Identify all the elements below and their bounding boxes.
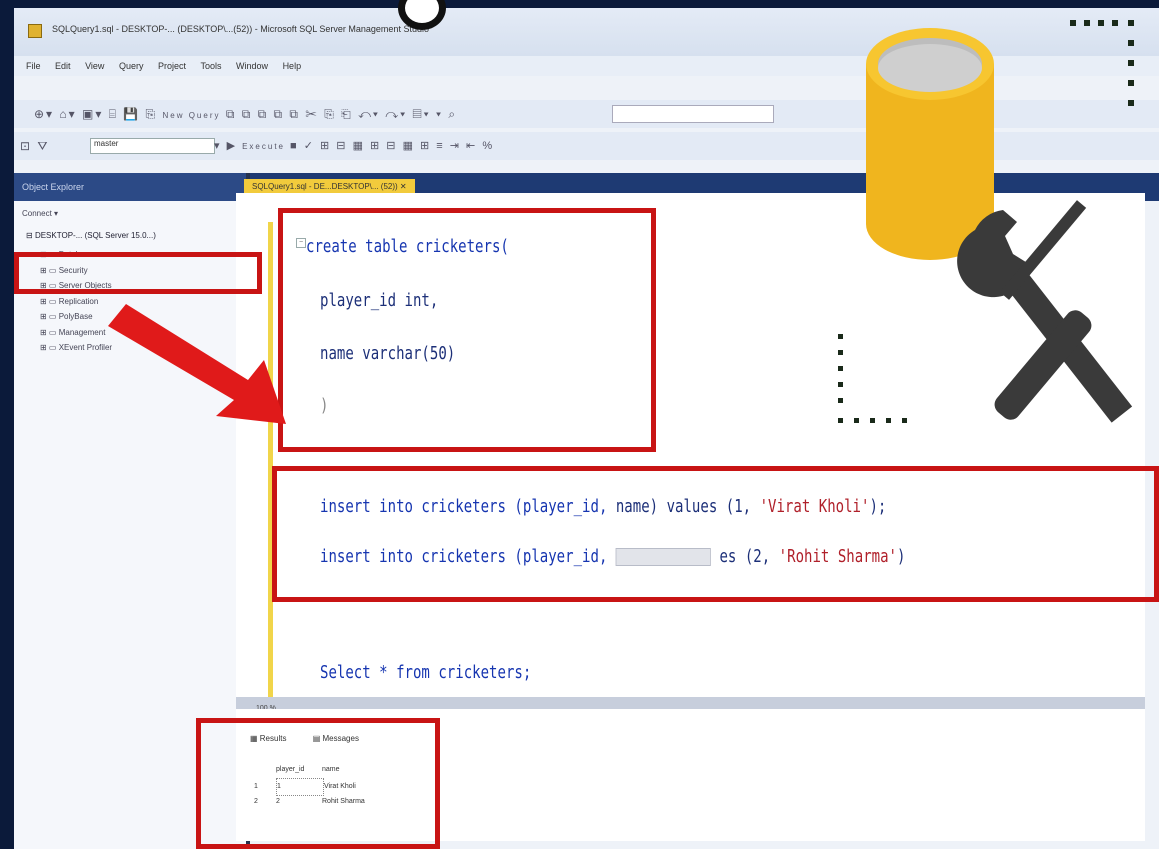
filter-icon[interactable]: ⊡ ⛛ bbox=[20, 139, 49, 154]
code-line-7[interactable]: Select * from cricketers; bbox=[320, 662, 531, 683]
tree-root-server[interactable]: ⊟ DESKTOP-... (SQL Server 15.0...) bbox=[26, 225, 246, 247]
tree-node-label: Replication bbox=[58, 296, 99, 306]
code-text: Select * from cricketers; bbox=[320, 662, 532, 683]
menu-file[interactable]: File bbox=[26, 61, 41, 71]
menu-tools[interactable]: Tools bbox=[201, 61, 222, 71]
execute-toolbar[interactable]: ▾ ▶ Execute ■ ✓ ⊞ ⊟ ▦ ⊞ ⊟ ▦ ⊞ ≡ ⇥ ⇤ % bbox=[214, 139, 494, 152]
toolbar-icons[interactable]: ⊕▾ ⌂▾ ▣▾ ⌸ 💾 ⎘ New Query ⧉ ⧉ ⧉ ⧉ ⧉ ✂ ⎘ ⎗… bbox=[34, 107, 457, 122]
dotted-corner-mark bbox=[838, 334, 907, 423]
menu-project[interactable]: Project bbox=[158, 61, 186, 71]
highlight-server-node bbox=[14, 252, 262, 294]
menu-window[interactable]: Window bbox=[236, 61, 268, 71]
dotted-corner-mark bbox=[1070, 20, 1134, 106]
highlight-results bbox=[196, 718, 440, 849]
object-explorer-title: Object Explorer bbox=[14, 173, 246, 201]
wrench-screwdriver-icon bbox=[957, 200, 1133, 423]
window-title: SQLQuery1.sql - DESKTOP-... (DESKTOP\...… bbox=[52, 24, 429, 34]
document-tabs: SQLQuery1.sql - DE...DESKTOP\... (52)) ✕ bbox=[236, 165, 1145, 195]
server-label: DESKTOP-... (SQL Server 15.0...) bbox=[34, 231, 156, 240]
highlight-create-table bbox=[278, 208, 656, 452]
new-query-button[interactable]: New Query bbox=[162, 111, 220, 120]
tree-node-label: PolyBase bbox=[58, 312, 93, 321]
menu-edit[interactable]: Edit bbox=[55, 61, 71, 71]
results-splitter[interactable]: 100 % bbox=[236, 697, 1145, 712]
highlight-insert-statements bbox=[272, 466, 1159, 602]
menu-view[interactable]: View bbox=[85, 61, 104, 71]
red-arrow-icon bbox=[108, 304, 286, 424]
menu-help[interactable]: Help bbox=[283, 61, 302, 71]
menu-query[interactable]: Query bbox=[119, 61, 144, 71]
change-margin bbox=[268, 222, 273, 700]
search-input[interactable] bbox=[612, 105, 774, 123]
database-select[interactable]: master bbox=[90, 138, 215, 154]
execute-button[interactable]: Execute bbox=[242, 142, 285, 151]
app-icon bbox=[28, 24, 42, 38]
connect-button[interactable]: Connect ▾ bbox=[14, 201, 246, 225]
